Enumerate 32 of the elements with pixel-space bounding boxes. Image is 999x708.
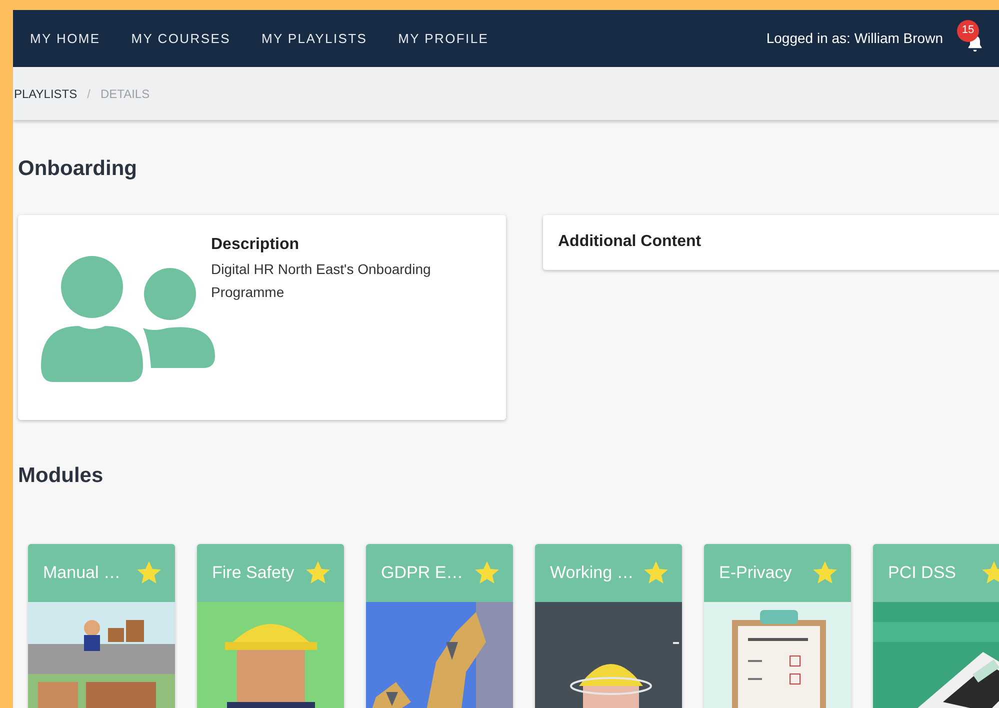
module-title: E-Privacy [719,562,793,584]
description-heading: Description [211,234,300,254]
module-card[interactable]: GDPR E… [366,544,513,708]
star-icon[interactable] [982,561,999,585]
module-title: Manual … [43,562,122,584]
modules-title: Modules [18,462,104,488]
nav-link[interactable]: MY HOME [30,28,100,48]
module-title: Fire Safety [212,562,296,584]
logged-in-user: Logged in as: William Brown [766,29,943,48]
module-card[interactable]: Manual … [28,544,175,708]
breadcrumb-item[interactable]: DETAILS [100,84,150,102]
module-card[interactable]: PCI DSS [873,544,999,708]
playlist-title: Onboarding [18,156,138,182]
nav-link[interactable]: MY PLAYLISTS [261,28,368,48]
module-card[interactable]: Fire Safety [197,544,344,708]
star-icon[interactable] [644,561,668,585]
module-card[interactable]: Working … [535,544,682,708]
breadcrumb-item[interactable]: PLAYLISTS [14,84,78,102]
star-icon[interactable] [475,561,499,585]
star-icon[interactable] [137,561,161,585]
star-icon[interactable] [306,561,330,585]
notification-count: 15 [957,20,979,42]
breadcrumb-separator: / [87,86,90,102]
module-title: PCI DSS [888,562,958,584]
module-card[interactable]: E-Privacy [704,544,851,708]
nav-link[interactable]: MY PROFILE [398,28,489,48]
nav-link[interactable]: MY COURSES [131,28,230,48]
additional-content-heading: Additional Content [558,232,702,252]
star-icon[interactable] [813,561,837,585]
description-text: Digital HR North East's Onboarding Programme [211,260,432,302]
module-title: Working … [550,562,635,584]
module-title: GDPR E… [381,562,464,584]
